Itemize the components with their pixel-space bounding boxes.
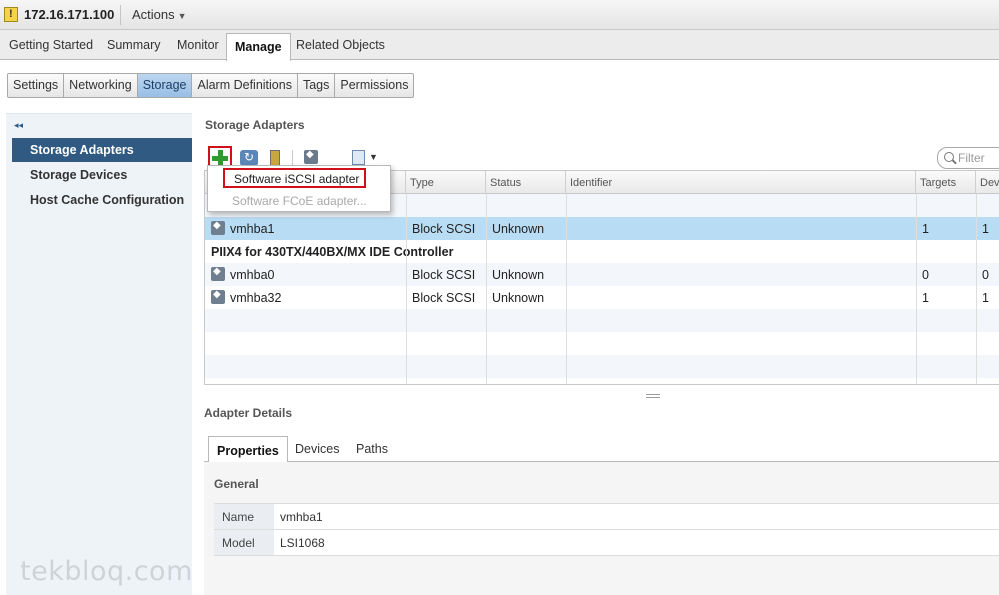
watermark: tekbloq.com bbox=[20, 556, 193, 587]
adapter-status: Unknown bbox=[492, 268, 545, 282]
divider bbox=[120, 5, 121, 25]
tab-monitor[interactable]: Monitor bbox=[177, 38, 219, 52]
table-row-empty bbox=[205, 355, 999, 378]
adapter-type: Block SCSI bbox=[412, 222, 476, 236]
table-row[interactable]: vmhba1 Block SCSI Unknown 1 1 bbox=[205, 217, 999, 240]
sub-tabs: Settings Networking Storage Alarm Defini… bbox=[7, 73, 415, 98]
sidebar: ◂◂ Storage Adapters Storage Devices Host… bbox=[6, 113, 192, 595]
tab-devices[interactable]: Devices bbox=[295, 442, 339, 456]
column-divider bbox=[486, 194, 487, 384]
subtab-permissions[interactable]: Permissions bbox=[335, 74, 413, 97]
adapter-name: vmhba0 bbox=[230, 268, 275, 282]
menu-item-software-fcoe-adapter: Software FCoE adapter... bbox=[232, 194, 367, 208]
tab-paths[interactable]: Paths bbox=[356, 442, 388, 456]
storage-adapters-title: Storage Adapters bbox=[205, 118, 305, 132]
adapter-devices: 1 bbox=[982, 222, 989, 236]
column-header-targets[interactable]: Targets bbox=[916, 171, 976, 194]
adapter-icon bbox=[211, 266, 225, 281]
column-header-identifier[interactable]: Identifier bbox=[566, 171, 916, 194]
property-value: LSI1068 bbox=[280, 536, 325, 550]
tab-related-objects[interactable]: Related Objects bbox=[296, 38, 385, 52]
column-divider bbox=[916, 194, 917, 384]
property-key: Name bbox=[214, 504, 274, 529]
filter-placeholder: Filter bbox=[958, 151, 985, 165]
adapter-devices: 1 bbox=[982, 291, 989, 305]
adapter-type: Block SCSI bbox=[412, 268, 476, 282]
top-bar: 172.16.171.100 Actions▼ bbox=[0, 0, 999, 30]
export-icon[interactable] bbox=[352, 150, 365, 165]
column-header-type[interactable]: Type bbox=[406, 171, 486, 194]
rescan-icon[interactable] bbox=[240, 150, 258, 166]
property-key: Model bbox=[214, 530, 274, 555]
tab-getting-started[interactable]: Getting Started bbox=[9, 38, 93, 52]
column-divider bbox=[976, 194, 977, 384]
tab-manage[interactable]: Manage bbox=[226, 33, 291, 61]
adapter-name: vmhba1 bbox=[230, 222, 275, 236]
adapter-name: vmhba32 bbox=[230, 291, 282, 305]
subtab-networking[interactable]: Networking bbox=[64, 74, 138, 97]
panel-splitter-handle[interactable] bbox=[646, 394, 660, 398]
adapter-status: Unknown bbox=[492, 222, 545, 236]
tab-summary[interactable]: Summary bbox=[107, 38, 160, 52]
table-row-empty bbox=[205, 332, 999, 355]
sidebar-item-storage-devices[interactable]: Storage Devices bbox=[12, 163, 192, 187]
table-row[interactable]: vmhba0 Block SCSI Unknown 0 0 bbox=[205, 263, 999, 286]
adapter-status: Unknown bbox=[492, 291, 545, 305]
subtab-storage[interactable]: Storage bbox=[137, 74, 193, 97]
filter-input[interactable]: Filter bbox=[937, 147, 999, 169]
chevron-down-icon[interactable]: ▼ bbox=[369, 152, 378, 162]
chevron-down-icon: ▼ bbox=[177, 11, 187, 21]
adapter-details-tabs: Properties Devices Paths bbox=[204, 436, 999, 463]
subtab-tags[interactable]: Tags bbox=[298, 74, 336, 97]
sidebar-item-host-cache-configuration[interactable]: Host Cache Configuration bbox=[12, 188, 192, 212]
actions-label: Actions bbox=[132, 7, 175, 22]
rescan-device-icon[interactable] bbox=[270, 150, 280, 166]
subtab-alarm-definitions[interactable]: Alarm Definitions bbox=[192, 74, 298, 97]
column-header-devices[interactable]: Devi bbox=[976, 171, 999, 194]
adapter-icon bbox=[211, 289, 225, 304]
add-adapter-menu: Software iSCSI adapter Software FCoE ada… bbox=[207, 165, 391, 212]
table-group-header: PIIX4 for 430TX/440BX/MX IDE Controller bbox=[211, 245, 454, 259]
table-row[interactable]: vmhba32 Block SCSI Unknown 1 1 bbox=[205, 286, 999, 309]
adapter-type: Block SCSI bbox=[412, 291, 476, 305]
column-divider bbox=[566, 194, 567, 384]
table-row-empty bbox=[205, 309, 999, 332]
adapter-targets: 1 bbox=[922, 222, 929, 236]
tab-properties[interactable]: Properties bbox=[208, 436, 288, 463]
general-section-title: General bbox=[214, 477, 259, 491]
sidebar-item-storage-adapters[interactable]: Storage Adapters bbox=[12, 138, 192, 162]
collapse-icon[interactable]: ◂◂ bbox=[14, 120, 23, 131]
subtab-settings[interactable]: Settings bbox=[8, 74, 65, 97]
property-row: Model LSI1068 bbox=[214, 530, 999, 556]
adapter-details-title: Adapter Details bbox=[204, 406, 293, 420]
search-icon bbox=[944, 152, 954, 162]
adapter-targets: 0 bbox=[922, 268, 929, 282]
property-row: Name vmhba1 bbox=[214, 504, 999, 530]
adapter-icon bbox=[211, 220, 225, 235]
host-title: 172.16.171.100 bbox=[24, 7, 115, 22]
actions-menu-button[interactable]: Actions ▼ bbox=[132, 7, 187, 22]
adapter-devices: 0 bbox=[982, 268, 989, 282]
main-tabs: Getting Started Summary Monitor Manage R… bbox=[0, 30, 999, 61]
column-divider bbox=[406, 194, 407, 384]
properties-table: Name vmhba1 Model LSI1068 bbox=[214, 503, 999, 556]
host-warning-icon bbox=[4, 7, 18, 22]
menu-item-software-iscsi-adapter[interactable]: Software iSCSI adapter bbox=[223, 168, 366, 188]
column-header-status[interactable]: Status bbox=[486, 171, 566, 194]
adapter-targets: 1 bbox=[922, 291, 929, 305]
adapter-properties-icon[interactable] bbox=[304, 149, 318, 164]
property-value: vmhba1 bbox=[280, 510, 323, 524]
